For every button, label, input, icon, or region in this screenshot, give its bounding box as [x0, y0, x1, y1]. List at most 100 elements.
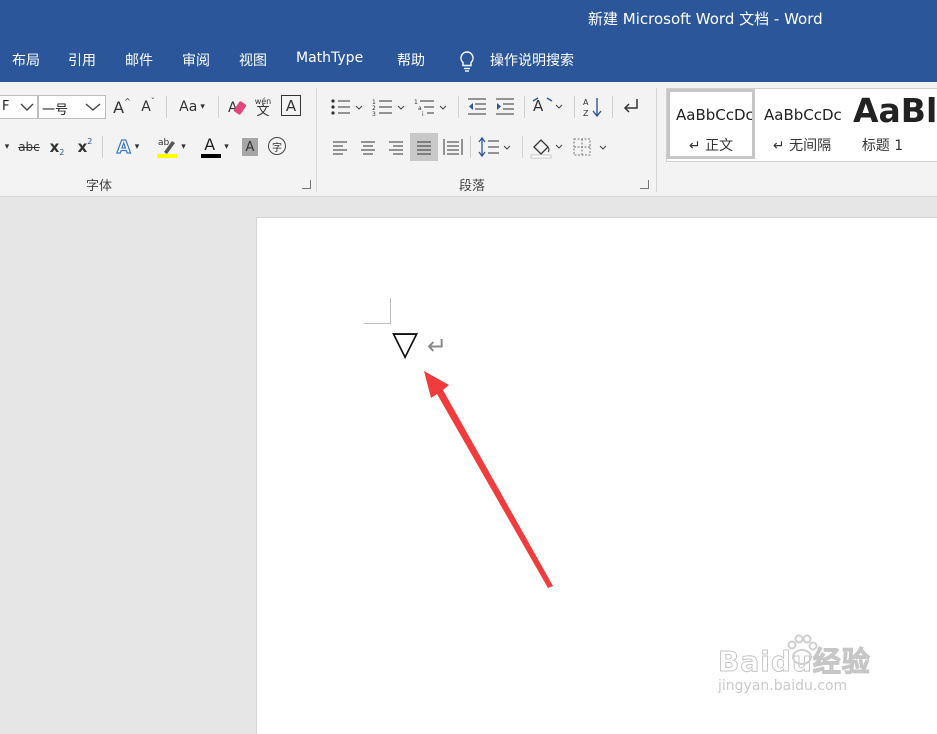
- paragraph-dialog-launcher-icon[interactable]: [640, 180, 649, 189]
- text-effects-button[interactable]: A ▾: [110, 136, 146, 158]
- separator: [574, 96, 575, 118]
- style-preview: AaBbCcDc: [764, 106, 842, 124]
- chinese-layout-icon[interactable]: A: [532, 95, 566, 119]
- increase-indent-icon[interactable]: [494, 96, 516, 118]
- tab-help[interactable]: 帮助: [397, 50, 425, 70]
- tab-mailings[interactable]: 邮件: [125, 50, 153, 70]
- style-name: ↵ 正文: [688, 138, 734, 154]
- distributed-icon[interactable]: [442, 136, 464, 158]
- text-effects-icon: A: [116, 136, 131, 158]
- svg-text:i: i: [422, 111, 424, 118]
- svg-text:ab: ab: [158, 138, 170, 148]
- change-case-icon: Aa: [179, 99, 198, 115]
- paw-logo-icon: [787, 634, 818, 665]
- chevron-down-icon[interactable]: ▾: [2, 138, 12, 156]
- inserted-triangle-symbol[interactable]: ▽: [392, 324, 418, 364]
- font-name-value: F: [2, 99, 10, 114]
- superscript-button[interactable]: x2: [74, 136, 96, 158]
- highlighter-icon: ab: [157, 138, 178, 158]
- group-separator: [316, 88, 317, 192]
- separator: [166, 96, 167, 118]
- shrink-font-icon: A: [141, 99, 151, 115]
- tab-references[interactable]: 引用: [68, 50, 96, 70]
- borders-icon[interactable]: [572, 136, 610, 158]
- svg-text:Z: Z: [583, 109, 589, 118]
- character-border-button[interactable]: A: [281, 95, 301, 116]
- decrease-indent-icon[interactable]: [466, 96, 488, 118]
- superscript-icon: x: [77, 138, 88, 156]
- paragraph-mark: ↵: [427, 332, 448, 360]
- bullets-icon[interactable]: [330, 96, 366, 118]
- lightbulb-icon[interactable]: [458, 50, 476, 72]
- subscript-icon: x: [49, 138, 60, 156]
- font-color-icon: A: [204, 135, 216, 154]
- shading-icon[interactable]: [530, 135, 566, 159]
- clear-formatting-icon[interactable]: A: [227, 96, 247, 118]
- separator: [524, 96, 525, 118]
- grow-font-button[interactable]: A ^: [112, 96, 132, 118]
- style-heading-1[interactable]: AaBl 标题 1: [847, 89, 937, 159]
- red-arrow-annotation: [424, 371, 553, 588]
- separator: [470, 136, 471, 158]
- separator: [612, 96, 613, 118]
- character-border-icon: A: [285, 96, 297, 115]
- sort-icon[interactable]: A Z: [582, 95, 604, 119]
- svg-text:A: A: [583, 98, 589, 107]
- line-spacing-icon[interactable]: [478, 136, 514, 158]
- separator: [218, 96, 219, 118]
- enclose-characters-icon: 字: [272, 142, 282, 154]
- style-preview: AaBbCcDc: [676, 106, 752, 124]
- style-name: 标题 1: [861, 138, 904, 154]
- separator: [522, 136, 523, 158]
- ribbon-tabs: 布局 引用 邮件 审阅 视图 MathType 帮助 操作说明搜索: [0, 36, 937, 82]
- style-normal[interactable]: AaBbCcDc ↵ 正文: [667, 89, 755, 159]
- numbering-icon[interactable]: 1 2 3: [372, 96, 408, 118]
- strikethrough-icon: abc: [18, 140, 40, 154]
- align-left-icon[interactable]: [330, 137, 350, 157]
- character-shading-icon: A: [245, 139, 255, 155]
- align-right-icon[interactable]: [386, 137, 406, 157]
- align-center-icon[interactable]: [358, 137, 378, 157]
- enclose-characters-button[interactable]: 字: [268, 137, 286, 155]
- tab-mathtype[interactable]: MathType: [296, 50, 363, 66]
- baidu-watermark: Baidu经验 jingyan.baidu.com: [718, 634, 871, 694]
- chevron-down-icon: [20, 103, 34, 111]
- title-bar: 新建 Microsoft Word 文档 - Word: [0, 0, 937, 36]
- show-paragraph-marks-icon[interactable]: [620, 96, 642, 118]
- change-case-button[interactable]: Aa ▾: [174, 96, 210, 118]
- chevron-down-icon: [85, 103, 101, 111]
- watermark-url: jingyan.baidu.com: [718, 678, 848, 694]
- paragraph-group-label: 段落: [459, 179, 486, 194]
- font-color-button[interactable]: A ▾: [196, 134, 234, 160]
- group-separator: [656, 88, 657, 192]
- styles-gallery: AaBbCcDc ↵ 正文 AaBbCcDc ↵ 无间隔 AaBl 标题 1: [666, 88, 937, 162]
- shrink-font-button[interactable]: Aˇ: [138, 96, 158, 118]
- character-shading-button[interactable]: A: [242, 138, 258, 156]
- justify-icon: [417, 141, 431, 155]
- tab-review[interactable]: 审阅: [182, 50, 210, 70]
- font-color-swatch: [201, 154, 222, 158]
- tell-me-search[interactable]: 操作说明搜索: [490, 50, 574, 70]
- svg-text:3: 3: [372, 111, 376, 118]
- justify-button[interactable]: [410, 133, 438, 161]
- window-title: 新建 Microsoft Word 文档 - Word: [588, 10, 823, 28]
- phonetic-guide-button[interactable]: wén 文: [252, 94, 274, 120]
- multilevel-list-icon[interactable]: 1 a i: [414, 96, 450, 118]
- style-preview: AaBl: [853, 91, 937, 130]
- tab-layout[interactable]: 布局: [12, 50, 40, 70]
- font-dialog-launcher-icon[interactable]: [302, 180, 311, 189]
- strikethrough-button[interactable]: abc: [16, 136, 42, 158]
- font-size-value: 一号: [42, 103, 69, 118]
- separator: [458, 96, 459, 118]
- font-group-label: 字体: [86, 179, 113, 194]
- subscript-button[interactable]: x2: [46, 136, 68, 158]
- grow-font-icon: A: [113, 97, 125, 117]
- style-name: ↵ 无间隔: [772, 138, 832, 154]
- ribbon: F 一号 A ^ Aˇ Aa ▾ A wén 文 A ▾ abc x2 x2 A ▾: [0, 82, 937, 197]
- font-size-combo[interactable]: 一号: [38, 95, 106, 119]
- style-no-spacing[interactable]: AaBbCcDc ↵ 无间隔: [758, 89, 846, 159]
- font-name-combo[interactable]: F: [0, 95, 38, 119]
- separator: [102, 136, 103, 158]
- tab-view[interactable]: 视图: [239, 50, 267, 70]
- text-highlight-button[interactable]: ab ▾: [152, 134, 190, 160]
